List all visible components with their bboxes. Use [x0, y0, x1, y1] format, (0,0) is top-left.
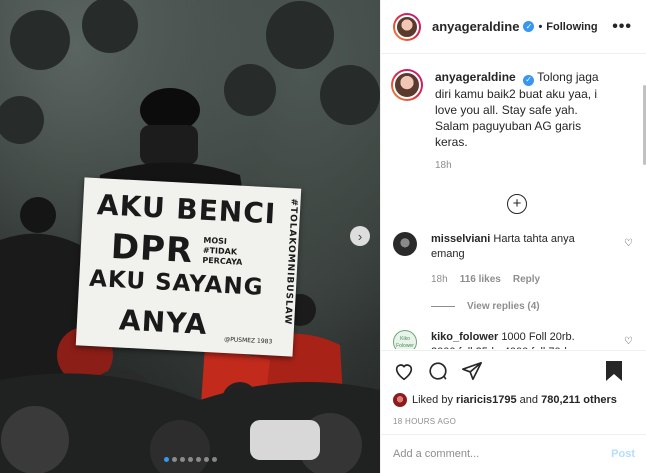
author-avatar[interactable] — [393, 12, 421, 41]
liked-by-count[interactable]: 780,211 others — [541, 394, 617, 406]
view-replies-button[interactable]: View replies (4) — [431, 301, 635, 312]
comment-item: Kiko Folower kiko_folower 1000 Foll 20rb… — [391, 329, 635, 350]
sign-mosi: MOSI — [203, 235, 228, 246]
comment-body: kiko_folower 1000 Foll 20rb. 2000 foll 3… — [431, 330, 599, 350]
author-username[interactable]: anyageraldine — [432, 19, 519, 34]
sign-tidak: #TIDAK — [202, 245, 238, 257]
carousel-dots — [164, 457, 217, 462]
carousel-dot — [188, 457, 193, 462]
liked-by-user[interactable]: riaricis1795 — [456, 394, 517, 406]
add-comment-bar: Post — [381, 434, 646, 473]
verified-badge-icon: ✓ — [523, 21, 535, 32]
more-options-icon[interactable]: ••• — [612, 18, 632, 36]
comment-time: 18h — [431, 273, 448, 285]
carousel-dot — [164, 457, 169, 462]
post-photo[interactable]: AKU BENCI DPR MOSI #TIDAK PERCAYA AKU SA… — [0, 0, 380, 473]
replies-divider — [431, 305, 455, 307]
bookmark-saved-icon[interactable] — [605, 360, 623, 382]
add-comment-input[interactable] — [393, 448, 612, 460]
sign-line-4: AKU SAYANG — [88, 265, 265, 301]
carousel-dot — [204, 457, 209, 462]
post-comment-button[interactable]: Post — [611, 448, 635, 460]
commenter-avatar[interactable] — [393, 231, 417, 256]
sign-line-1: AKU BENCI — [96, 188, 277, 231]
post-sidebar: anyageraldine ✓ • Following ••• anyagera… — [380, 0, 646, 473]
posted-time: 18 HOURS AGO — [393, 417, 457, 426]
liked-by-prefix: Liked by — [412, 394, 453, 406]
share-paper-plane-icon[interactable] — [461, 360, 483, 382]
liked-by-middle: and — [519, 394, 539, 406]
comment-bubble-icon[interactable] — [427, 360, 449, 382]
sign-line-5: ANYA — [118, 303, 209, 342]
comment-meta: 18h 116 likes Reply — [431, 272, 599, 287]
post-actions: Liked by riaricis1795 and 780,211 others… — [381, 350, 646, 426]
protest-sign: AKU BENCI DPR MOSI #TIDAK PERCAYA AKU SA… — [75, 177, 302, 357]
comment-username[interactable]: kiko_folower — [431, 331, 498, 343]
view-replies-label: View replies (4) — [467, 300, 540, 312]
chevron-right-icon: › — [357, 228, 363, 244]
comment-item: misselviani Harta tahta anya emang 18h 1… — [391, 231, 635, 287]
following-button[interactable]: Following — [546, 21, 597, 33]
comment-body: misselviani Harta tahta anya emang 18h 1… — [431, 232, 599, 287]
comments-list[interactable]: anyageraldine ✓ Tolong jaga diri kamu ba… — [381, 55, 646, 349]
comment-likes[interactable]: 116 likes — [460, 272, 501, 287]
action-icons — [393, 359, 635, 383]
caption: anyageraldine ✓ Tolong jaga diri kamu ba… — [391, 69, 635, 174]
sign-line-2: DPR — [109, 226, 195, 272]
comment-reply-button[interactable]: Reply — [513, 272, 540, 287]
load-more-comments-icon[interactable]: + — [507, 193, 527, 214]
post-header: anyageraldine ✓ • Following ••• — [381, 0, 646, 54]
sign-handle: @PUSMEZ 1983 — [224, 335, 273, 346]
verified-badge-icon: ✓ — [523, 74, 535, 86]
carousel-dot — [180, 457, 185, 462]
liker-avatar[interactable] — [393, 393, 407, 407]
next-slide-button[interactable]: › — [350, 226, 370, 246]
caption-username[interactable]: anyageraldine — [435, 70, 516, 84]
comment-username[interactable]: misselviani — [431, 233, 490, 245]
caption-avatar[interactable] — [391, 69, 423, 101]
sign-line-3: MOSI #TIDAK PERCAYA — [202, 236, 244, 268]
like-heart-icon[interactable] — [393, 360, 415, 382]
caption-time: 18h — [435, 159, 452, 171]
comment-like-heart-icon[interactable]: ♡ — [624, 336, 633, 347]
carousel-dot — [212, 457, 217, 462]
sign-percaya: PERCAYA — [202, 255, 243, 267]
carousel-dot — [196, 457, 201, 462]
caption-body: anyageraldine ✓ Tolong jaga diri kamu ba… — [435, 69, 613, 174]
commenter-avatar[interactable]: Kiko Folower — [393, 329, 417, 349]
carousel-dot — [172, 457, 177, 462]
liked-by: Liked by riaricis1795 and 780,211 others — [393, 393, 635, 407]
comment-like-heart-icon[interactable]: ♡ — [624, 238, 633, 249]
